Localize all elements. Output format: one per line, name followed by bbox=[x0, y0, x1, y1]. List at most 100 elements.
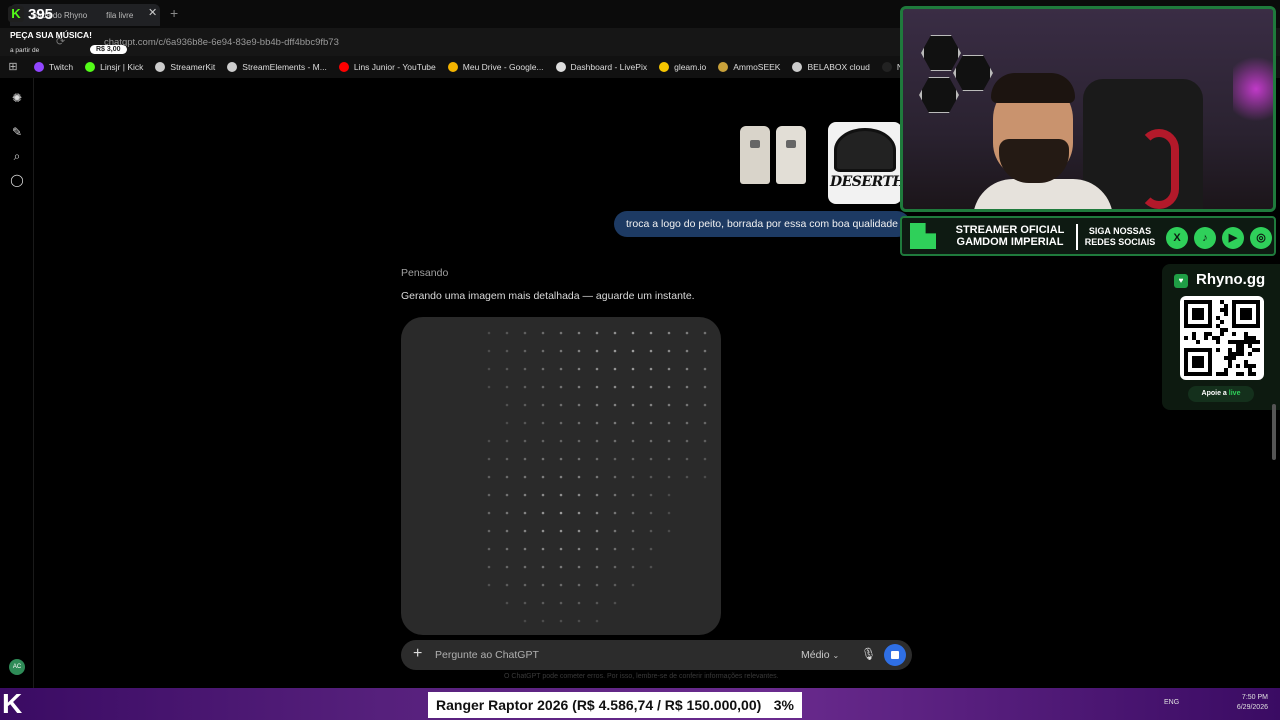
qr-module bbox=[1192, 336, 1196, 340]
loading-dot bbox=[667, 457, 671, 461]
loading-dot bbox=[613, 547, 617, 551]
clock[interactable]: 7:50 PM 6/29/2026 bbox=[1228, 693, 1268, 713]
microphone-icon[interactable]: 🎙 bbox=[861, 647, 876, 661]
bookmark-item[interactable]: Twitch bbox=[34, 62, 73, 72]
loading-dot bbox=[631, 439, 635, 443]
loading-dot bbox=[595, 421, 599, 425]
scrollbar[interactable] bbox=[1272, 404, 1276, 460]
bookmark-label: Twitch bbox=[49, 62, 74, 72]
search-icon[interactable]: ⌕ bbox=[10, 149, 24, 163]
loading-dot bbox=[667, 529, 671, 533]
banner-line2: GAMDOM IMPERIAL bbox=[956, 236, 1064, 248]
logo-image[interactable]: DESERTHO bbox=[828, 122, 902, 204]
qr-module bbox=[1240, 352, 1244, 356]
loading-dot bbox=[577, 493, 581, 497]
qr-module bbox=[1252, 336, 1256, 340]
new-tab-icon[interactable]: + bbox=[170, 5, 178, 21]
loading-dot bbox=[667, 367, 671, 371]
loading-dot bbox=[703, 331, 707, 335]
loading-dot bbox=[631, 331, 635, 335]
language-indicator[interactable]: ENG bbox=[1164, 699, 1179, 706]
bookmark-item[interactable]: BELABOX cloud bbox=[792, 62, 870, 72]
qr-module bbox=[1236, 348, 1240, 352]
bookmark-item[interactable]: StreamerKit bbox=[155, 62, 215, 72]
model-selector[interactable]: Médio ⌄ bbox=[801, 649, 839, 661]
loading-dot bbox=[541, 547, 545, 551]
apps-grid-icon[interactable]: ⊞ bbox=[6, 60, 20, 74]
gamdom-logo-icon bbox=[910, 223, 936, 249]
bookmark-item[interactable]: Lins Junior - YouTube bbox=[338, 62, 436, 72]
loading-dot bbox=[541, 331, 545, 335]
loading-dot bbox=[487, 457, 491, 461]
prompt-input[interactable] bbox=[435, 640, 775, 670]
shirt-image-2[interactable] bbox=[776, 126, 806, 184]
qr-module bbox=[1192, 332, 1196, 336]
openai-logo-icon[interactable]: ✺ bbox=[10, 91, 24, 105]
assistant-status: Gerando uma imagem mais detalhada — agua… bbox=[401, 290, 695, 302]
uploaded-images: DESERTHO bbox=[740, 122, 902, 204]
bookmark-item[interactable]: Meu Drive - Google... bbox=[447, 62, 544, 72]
bookmark-label: StreamElements - M... bbox=[242, 62, 327, 72]
instagram-icon: ◎ bbox=[1250, 227, 1272, 249]
loading-dot bbox=[667, 331, 671, 335]
loading-dot bbox=[703, 349, 707, 353]
loading-dot bbox=[703, 385, 707, 389]
shirt-image-1[interactable] bbox=[740, 126, 770, 184]
image-generation-placeholder bbox=[401, 317, 721, 635]
bookmark-item[interactable]: gleam.io bbox=[659, 62, 706, 72]
loading-dot bbox=[487, 367, 491, 371]
youtube-icon: ▶ bbox=[1222, 227, 1244, 249]
banner-follow1: SIGA NOSSAS bbox=[1088, 226, 1152, 236]
bookmark-favicon-icon bbox=[881, 62, 892, 72]
loading-dot bbox=[541, 439, 545, 443]
loading-dot bbox=[631, 475, 635, 479]
loading-dot bbox=[613, 529, 617, 533]
qr-module bbox=[1244, 336, 1248, 340]
loading-dot bbox=[577, 457, 581, 461]
new-chat-icon[interactable]: ✎ bbox=[10, 125, 24, 139]
thinking-label[interactable]: Pensando bbox=[401, 267, 448, 279]
stop-generation-button[interactable] bbox=[884, 644, 906, 666]
loading-dot bbox=[541, 529, 545, 533]
qr-module bbox=[1220, 328, 1224, 332]
loading-dot bbox=[649, 565, 653, 569]
loading-dot bbox=[613, 421, 617, 425]
loading-dot bbox=[613, 349, 617, 353]
url-field[interactable]: chatgpt.com/c/6a936b8e-6e94-83e9-bb4b-df… bbox=[104, 37, 339, 48]
avatar[interactable]: AC bbox=[9, 659, 25, 675]
loading-dot bbox=[685, 385, 689, 389]
banner-follow: SIGA NOSSAS REDES SOCIAIS bbox=[1082, 226, 1158, 248]
qr-module bbox=[1220, 300, 1224, 304]
loading-dot bbox=[559, 601, 563, 605]
loading-dot bbox=[577, 619, 581, 623]
qr-module bbox=[1216, 372, 1220, 376]
add-attachment-icon[interactable]: + bbox=[413, 645, 422, 663]
loading-dot bbox=[577, 565, 581, 569]
loading-dot bbox=[667, 439, 671, 443]
loading-dot bbox=[505, 439, 509, 443]
bookmark-item[interactable]: Linsjr | Kick bbox=[85, 62, 143, 72]
bookmark-label: AmmoSEEK bbox=[733, 62, 781, 72]
loading-dot bbox=[613, 331, 617, 335]
qr-module bbox=[1224, 372, 1228, 376]
loading-dot bbox=[523, 331, 527, 335]
loading-dot bbox=[703, 367, 707, 371]
close-tab-icon[interactable]: ✕ bbox=[148, 6, 157, 19]
bookmark-item[interactable]: StreamElements - M... bbox=[227, 62, 327, 72]
qr-module bbox=[1228, 348, 1232, 352]
loading-dot bbox=[577, 331, 581, 335]
loading-dot bbox=[595, 367, 599, 371]
loading-dot bbox=[523, 511, 527, 515]
chat-bubble-icon[interactable]: ◯ bbox=[10, 173, 24, 187]
bookmark-item[interactable]: AmmoSEEK bbox=[718, 62, 780, 72]
loading-dot bbox=[505, 583, 509, 587]
bookmark-favicon-icon bbox=[338, 62, 349, 72]
qr-module bbox=[1232, 352, 1236, 356]
loading-dot bbox=[541, 601, 545, 605]
qr-title: Rhyno.gg bbox=[1196, 271, 1266, 288]
qr-module bbox=[1256, 348, 1260, 352]
qr-module bbox=[1216, 316, 1220, 320]
bookmark-item[interactable]: Dashboard - LivePix bbox=[555, 62, 647, 72]
kick-brand-icon: K bbox=[2, 688, 23, 719]
loading-dots bbox=[487, 331, 707, 623]
